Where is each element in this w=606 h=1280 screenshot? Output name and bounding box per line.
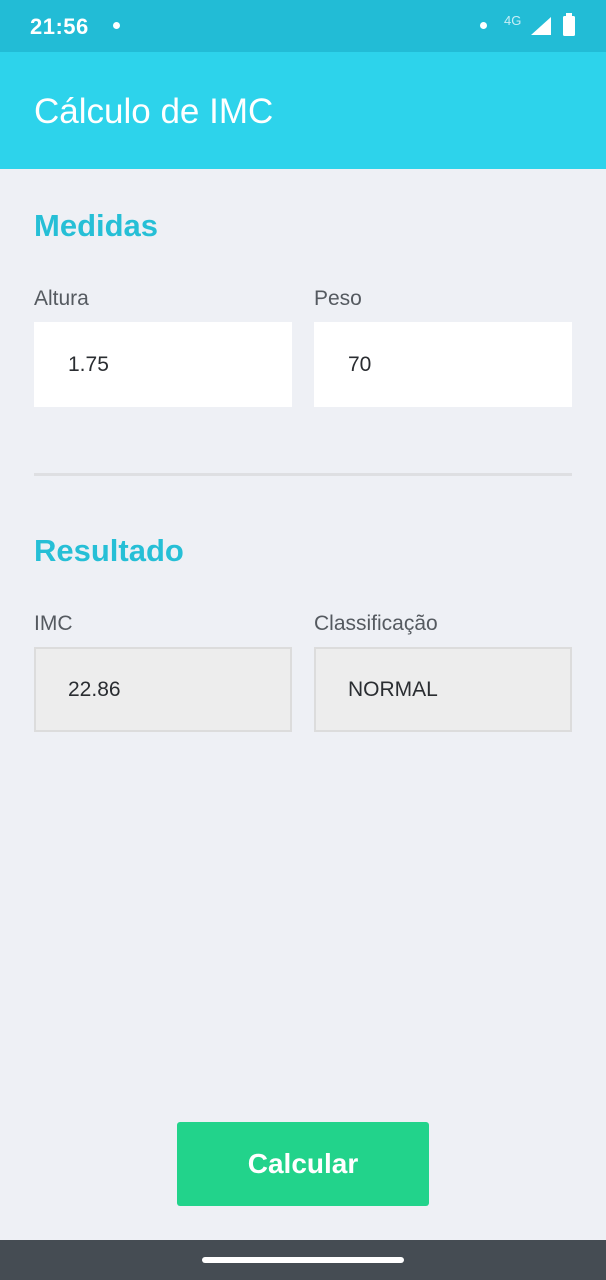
peso-input[interactable]: 70 bbox=[314, 322, 572, 407]
section-title-medidas: Medidas bbox=[34, 208, 159, 243]
network-type: 4G bbox=[504, 13, 522, 28]
app-bar: Cálculo de IMC bbox=[0, 52, 606, 169]
section-title-resultado: Resultado bbox=[34, 533, 184, 568]
imc-result-field: 22.86 bbox=[34, 647, 292, 732]
altura-label: Altura bbox=[34, 287, 89, 310]
page-title: Cálculo de IMC bbox=[34, 92, 274, 131]
status-time: 21:56 bbox=[30, 14, 89, 39]
classificacao-label: Classificação bbox=[314, 612, 438, 635]
notification-dot-icon bbox=[480, 22, 487, 29]
peso-label: Peso bbox=[314, 287, 362, 310]
signal-icon bbox=[531, 17, 551, 35]
notification-dot-icon bbox=[113, 22, 120, 29]
altura-input[interactable]: 1.75 bbox=[34, 322, 292, 407]
navigation-bar bbox=[0, 1240, 606, 1280]
classificacao-result-field: NORMAL bbox=[314, 647, 572, 732]
divider bbox=[34, 473, 572, 476]
home-gesture-handle[interactable] bbox=[202, 1257, 404, 1263]
calcular-button[interactable]: Calcular bbox=[177, 1122, 429, 1206]
battery-icon bbox=[563, 13, 575, 36]
imc-label: IMC bbox=[34, 612, 73, 635]
status-bar: 21:56 4G bbox=[0, 0, 606, 52]
